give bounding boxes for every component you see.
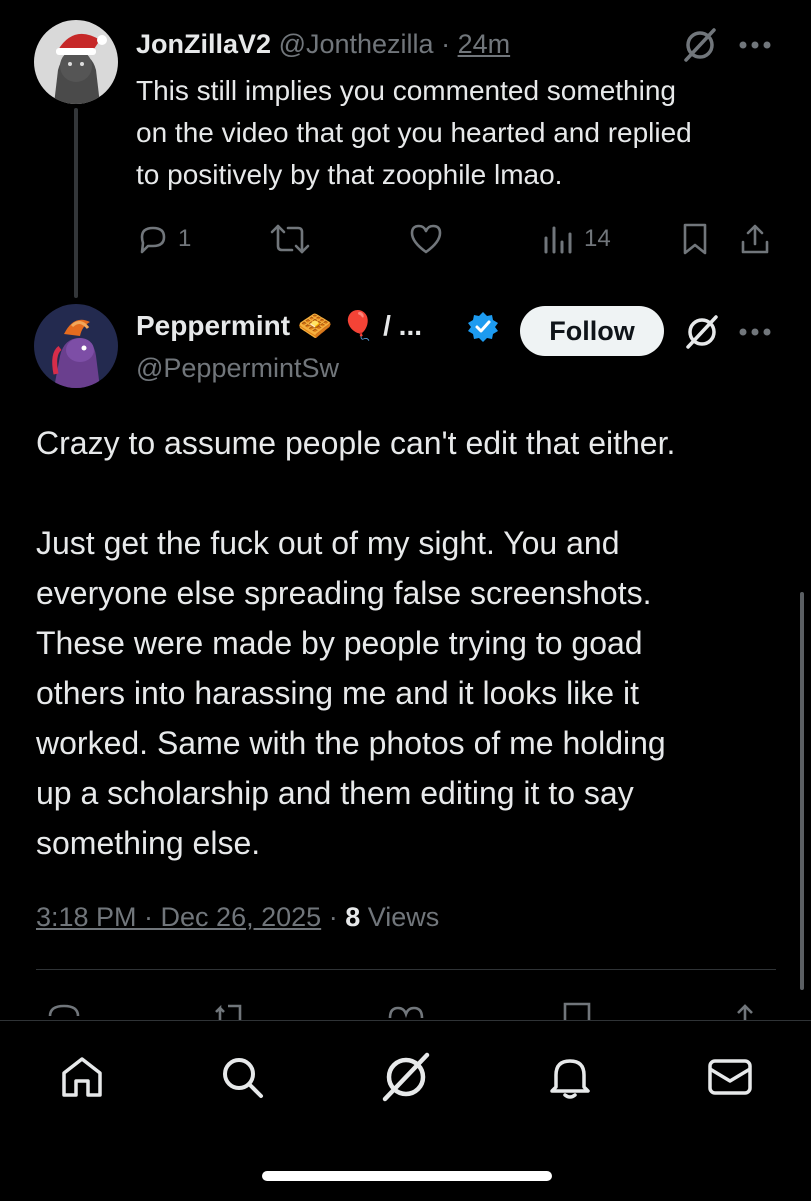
meta-separator: · (328, 902, 338, 932)
notifications-icon[interactable] (546, 1053, 594, 1101)
tweet-line: up a scholarship and them editing it to … (36, 775, 634, 811)
reply-icon[interactable] (136, 222, 170, 256)
thread-line (74, 108, 78, 298)
reply-handle[interactable]: @Jonthezilla (279, 29, 434, 59)
view-count: 14 (584, 225, 611, 252)
messages-icon[interactable] (706, 1055, 754, 1099)
reply-text-line: on the video that got you hearted and re… (136, 117, 692, 148)
share-icon[interactable] (728, 1000, 762, 1020)
name-suffix: / ... (383, 310, 423, 341)
balloon-emoji: 🎈 (340, 310, 376, 341)
avatar-jonzilla[interactable] (34, 20, 118, 104)
main-name-row: Peppermint 🧇 🎈 / ... (136, 306, 422, 346)
reply-time[interactable]: 24m (458, 29, 511, 59)
retweet-icon[interactable] (212, 1002, 252, 1020)
bookmark-icon[interactable] (560, 1000, 594, 1020)
follow-button[interactable]: Follow (520, 306, 664, 356)
reply-text-line: to positively by that zoophile lmao. (136, 159, 563, 190)
main-tweet-text: Crazy to assume people can't edit that e… (36, 418, 796, 868)
retweet-icon[interactable] (270, 222, 310, 256)
tweet-meta: 3:18 PM · Dec 26, 2025 · 8 Views (36, 898, 439, 936)
tweet-paragraph: Crazy to assume people can't edit that e… (36, 425, 676, 461)
home-icon[interactable] (58, 1053, 106, 1101)
avatar-peppermint[interactable] (34, 304, 118, 388)
tweet-line: These were made by people trying to goad (36, 625, 643, 661)
views-label: Views (367, 902, 440, 932)
reply-header: JonZillaV2 @Jonthezilla · 24m (136, 24, 510, 64)
share-icon[interactable] (738, 222, 772, 256)
main-actions-peek (0, 996, 811, 1020)
bookmark-icon[interactable] (680, 222, 710, 256)
more-icon[interactable] (738, 40, 772, 50)
views-icon[interactable] (542, 224, 576, 256)
reply-separator: · (441, 29, 451, 59)
tweet-line: something else. (36, 825, 261, 861)
tweet-line: others into harassing me and it looks li… (36, 675, 639, 711)
reply-display-name[interactable]: JonZillaV2 (136, 29, 271, 59)
main-display-name[interactable]: Peppermint (136, 310, 290, 341)
views-count: 8 (345, 902, 361, 932)
more-icon[interactable] (738, 327, 772, 337)
grok-icon[interactable] (684, 314, 720, 350)
reply-count: 1 (178, 225, 192, 252)
main-handle[interactable]: @PeppermintSw (136, 350, 339, 386)
search-icon[interactable] (218, 1053, 266, 1101)
timestamp-link[interactable]: 3:18 PM · Dec 26, 2025 (36, 902, 321, 932)
grok-icon[interactable] (682, 27, 718, 63)
waffle-emoji: 🧇 (297, 310, 333, 341)
home-indicator[interactable] (262, 1171, 552, 1181)
tweet-line: Just get the fuck out of my sight. You a… (36, 525, 620, 561)
reply-text: This still implies you commented somethi… (136, 70, 692, 196)
reply-text-line: This still implies you commented somethi… (136, 75, 676, 106)
scrollbar[interactable] (800, 592, 804, 990)
reply-icon[interactable] (44, 1000, 84, 1020)
heart-icon[interactable] (386, 1002, 426, 1020)
heart-icon[interactable] (408, 222, 444, 256)
divider (36, 969, 776, 970)
tweet-line: everyone else spreading false screenshot… (36, 575, 652, 611)
grok-icon[interactable] (380, 1051, 432, 1103)
tweet-line: worked. Same with the photos of me holdi… (36, 725, 666, 761)
verified-badge-icon[interactable] (466, 310, 500, 344)
